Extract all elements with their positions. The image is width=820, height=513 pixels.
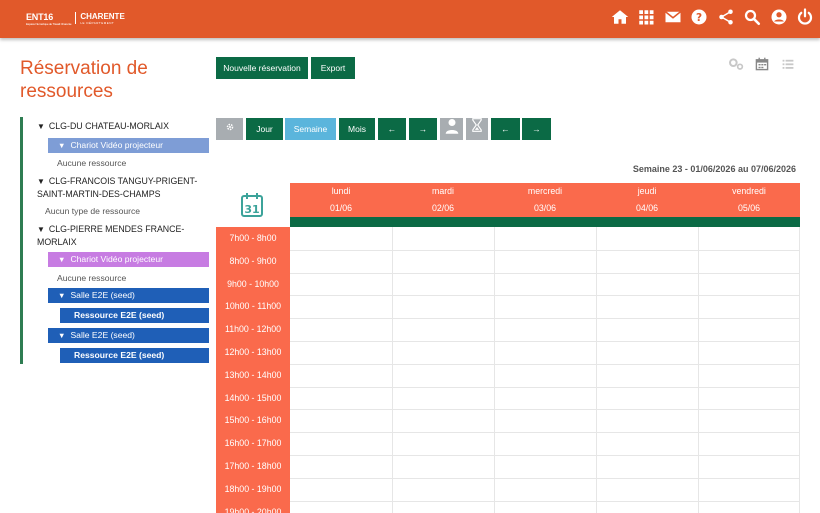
tree-type-chariot-2[interactable]: ▼ Chariot Vidéo projecteur (48, 252, 209, 267)
day-header-friday: vendredi 05/06 (698, 183, 800, 217)
tree-type-chariot-1[interactable]: ▼ Chariot Vidéo projecteur (48, 138, 209, 153)
expand-triangle-icon: ▼ (58, 331, 66, 340)
gears-icon[interactable] (728, 57, 744, 71)
time-slot-label: 7h00 - 8h00 (229, 233, 277, 243)
expand-triangle-icon: ▼ (37, 225, 45, 234)
resource-tree: ▼ CLG-DU CHATEAU-MORLAIX ▼ Chariot Vidéo p… (20, 117, 209, 364)
time-slot-label: 8h00 - 9h00 (229, 255, 277, 266)
next-period-button[interactable]: → (409, 118, 437, 140)
expand-triangle-icon: ▼ (37, 122, 45, 131)
grid-divider (290, 455, 799, 456)
grid-divider (290, 477, 799, 479)
apps-icon[interactable] (637, 8, 655, 26)
tree-empty-note: Aucune ressource (57, 158, 127, 168)
gear-icon (226, 123, 233, 131)
month-view-button[interactable]: Mois (339, 118, 375, 140)
week-grid[interactable] (290, 227, 800, 513)
day-header-monday: lundi 01/06 (290, 183, 392, 217)
export-button[interactable]: Export (311, 57, 355, 79)
time-slot-label: 15h00 - 16h00 (224, 415, 282, 426)
tree-type-salle-1[interactable]: ▼ Salle E2E (seed) (48, 288, 209, 303)
time-slot-label: 17h00 - 18h00 (224, 461, 282, 471)
top-header: ENT16 Espace Numérique de Travail Charen… (0, 0, 820, 38)
share-icon[interactable] (717, 8, 735, 26)
week-view-button[interactable]: Semaine (285, 118, 336, 140)
ent-logo[interactable]: ENT16 Espace Numérique de Travail Charen… (26, 12, 125, 26)
day-view-button[interactable]: Jour (246, 118, 283, 140)
tree-type-salle-2[interactable]: ▼ Salle E2E (seed) (48, 328, 209, 343)
week-range-label: Semaine 23 - 01/06/2026 au 07/06/2026 (632, 164, 796, 174)
power-icon[interactable] (796, 8, 814, 26)
view-switcher (718, 57, 796, 71)
search-icon[interactable] (743, 8, 761, 26)
tree-school-mendes-france[interactable]: ▼ CLG-PIERRE MENDES FRANCE-MORLAIX (37, 223, 217, 248)
grid-divider (392, 227, 393, 513)
grid-divider (290, 432, 799, 434)
time-slot-label: 18h00 - 19h00 (224, 483, 282, 494)
list-view-icon[interactable] (780, 57, 796, 71)
time-slot-label: 14h00 - 15h00 (224, 392, 282, 403)
page-title: Réservation de ressources (20, 58, 148, 102)
time-slot-label: 19h00 - 20h00 (224, 506, 282, 513)
grid-divider (290, 500, 799, 502)
grid-divider (290, 318, 799, 320)
settings-button[interactable] (216, 118, 243, 140)
calendar-icon: 31 (240, 192, 264, 218)
calendar-view-icon[interactable] (754, 57, 770, 71)
previous-period-button[interactable]: ← (378, 118, 406, 140)
grid-divider (290, 363, 799, 365)
time-slot-label: 10h00 - 11h00 (224, 301, 282, 312)
grid-divider (290, 295, 799, 297)
time-slot-label: 12h00 - 13h00 (224, 347, 282, 357)
logo-ent-text: ENT16 Espace Numérique de Travail Charen… (26, 12, 72, 26)
logo-charente-text: CHARENTE LE DÉPARTEMENT (80, 12, 125, 25)
time-slot-label: 13h00 - 14h00 (224, 369, 282, 380)
expand-triangle-icon: ▼ (58, 255, 66, 264)
svg-text:?: ? (696, 12, 702, 24)
svg-text:31: 31 (244, 203, 259, 216)
hourglass-icon (472, 118, 482, 132)
tree-resource-e2e-2[interactable]: Ressource E2E (seed) (60, 348, 209, 363)
tree-school-tanguy-prigent[interactable]: ▼ CLG-FRANCOIS TANGUY-PRIGENT-SAINT-MARTI… (37, 175, 217, 200)
grid-divider (596, 227, 597, 513)
user-icon (445, 119, 458, 134)
all-day-bar[interactable] (290, 217, 800, 227)
new-reservation-button[interactable]: Nouvelle réservation (216, 57, 308, 79)
grid-divider (494, 227, 495, 513)
day-header-tuesday: mardi 02/06 (392, 183, 494, 217)
help-icon[interactable]: ? (690, 8, 708, 26)
home-icon[interactable] (611, 8, 629, 26)
grid-divider (290, 409, 799, 411)
expand-triangle-icon: ▼ (58, 291, 66, 300)
account-icon[interactable] (770, 8, 788, 26)
time-slot-label: 16h00 - 17h00 (224, 438, 282, 449)
day-header-wednesday: mercredi 03/06 (494, 183, 596, 217)
mail-icon[interactable] (664, 8, 682, 26)
tree-school-chateau-morlaix[interactable]: ▼ CLG-DU CHATEAU-MORLAIX (37, 120, 217, 133)
time-slot-label: 11h00 - 12h00 (224, 324, 282, 335)
grid-divider (290, 341, 799, 342)
user-filter-button[interactable] (440, 118, 463, 140)
time-column: 7h00 - 8h00 8h00 - 9h00 9h00 - 10h00 10h… (216, 227, 290, 513)
header-icons: ? (602, 8, 814, 26)
time-slot-label: 9h00 - 10h00 (227, 278, 279, 289)
expand-triangle-icon: ▼ (37, 177, 45, 186)
grid-divider (290, 386, 799, 388)
next-week-button[interactable]: → (522, 118, 551, 140)
tree-empty-note: Aucune ressource (57, 273, 127, 283)
grid-divider (698, 227, 699, 513)
expand-triangle-icon: ▼ (58, 141, 66, 150)
tree-resource-e2e-1[interactable]: Ressource E2E (seed) (60, 308, 209, 323)
day-header-thursday: jeudi 04/06 (596, 183, 698, 217)
previous-week-button[interactable]: ← (491, 118, 520, 140)
hourglass-button[interactable] (466, 118, 488, 140)
grid-divider (290, 272, 799, 274)
tree-empty-note: Aucun type de ressource (45, 206, 141, 216)
logo-separator (75, 12, 77, 24)
grid-divider (290, 249, 799, 251)
